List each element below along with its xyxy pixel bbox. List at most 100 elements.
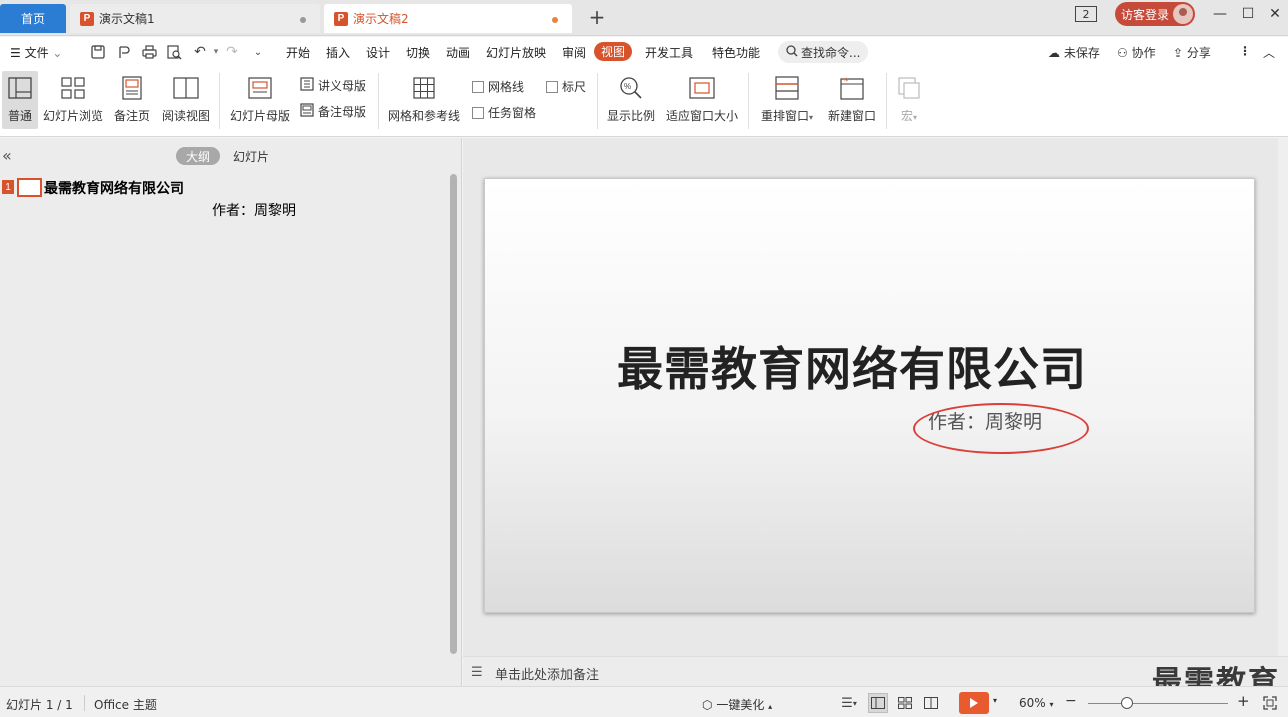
menu-animation[interactable]: 动画 [446, 44, 470, 61]
share-label: 分享 [1186, 46, 1211, 60]
normal-view-button[interactable]: 普通 [2, 71, 38, 129]
reading-view-status-icon[interactable] [921, 693, 941, 713]
gridlines-checkbox[interactable]: 网格线 [472, 78, 524, 95]
collapse-ribbon-icon[interactable]: ︿ [1263, 44, 1275, 61]
ribbon-divider [219, 73, 220, 129]
collaborate-button[interactable]: ⚇ 协作 [1117, 44, 1156, 61]
double-chevron-left-icon[interactable]: « [2, 146, 12, 165]
menu-view[interactable]: 视图 [594, 42, 633, 61]
fit-window-button[interactable]: 适应窗口大小 [664, 71, 740, 129]
beautify-label: 一键美化 [716, 698, 765, 712]
menu-insert[interactable]: 插入 [326, 44, 350, 61]
editor-scrollbar[interactable] [1278, 138, 1288, 656]
maximize-button[interactable]: ☐ [1237, 4, 1259, 24]
unsaved-label: 未保存 [1063, 46, 1100, 60]
share-icon: ⇪ [1173, 46, 1184, 60]
theme-name[interactable]: Office 主题 [94, 696, 157, 713]
beautify-button[interactable]: ⬡ 一键美化 ▴ [702, 696, 772, 713]
notes-placeholder[interactable]: 单击此处添加备注 [495, 664, 599, 683]
close-button[interactable]: ✕ [1264, 4, 1286, 24]
customize-toolbar-icon[interactable]: ⌄ [250, 44, 266, 60]
outline-slide-subtitle[interactable]: 作者：周黎明 [212, 200, 296, 220]
menu-bar: ☰ 文件 ⌄ ↶ ▾ ↷ ⌄ 开始 插入 设计 切换 动画 幻灯片放映 审阅 视… [0, 37, 1288, 67]
slide-title[interactable]: 最需教育网络有限公司 [485, 333, 1256, 399]
slide-master-label: 幻灯片母版 [229, 109, 290, 123]
menu-slideshow[interactable]: 幻灯片放映 [486, 44, 546, 61]
unsaved-dot-icon[interactable] [552, 17, 558, 23]
menu-design[interactable]: 设计 [366, 44, 390, 61]
zoom-level-label: 60% [1019, 696, 1046, 710]
export-icon[interactable] [116, 44, 132, 60]
tab-document-2[interactable]: P 演示文稿2 [324, 4, 572, 33]
file-menu[interactable]: ☰ 文件 ⌄ [10, 44, 62, 61]
zoom-level[interactable]: 60% ▾ [1019, 696, 1054, 710]
more-options-icon[interactable]: ⋮ [1239, 44, 1251, 58]
notes-master-button[interactable]: 备注母版 [300, 103, 366, 120]
slide-master-button[interactable]: 幻灯片母版 [228, 71, 292, 129]
slide-canvas[interactable]: 最需教育网络有限公司 作者：周黎明 [484, 178, 1255, 613]
slide-browse-label: 幻灯片浏览 [42, 109, 103, 123]
slide-browse-button[interactable]: 幻灯片浏览 [42, 71, 104, 129]
normal-view-status-icon[interactable] [868, 693, 888, 713]
arrange-windows-icon [774, 75, 800, 101]
handout-master-button[interactable]: 讲义母版 [300, 77, 366, 94]
print-icon[interactable] [141, 44, 157, 60]
tab-document-1-label: 演示文稿1 [99, 12, 155, 26]
fit-slide-icon[interactable] [1260, 693, 1280, 713]
fit-window-icon [689, 75, 715, 101]
grid-icon [411, 75, 437, 101]
print-preview-icon[interactable] [166, 44, 182, 60]
undo-dropdown-icon[interactable]: ▾ [208, 44, 224, 60]
zoom-out-button[interactable]: − [1065, 693, 1077, 709]
play-dropdown-icon[interactable]: ▾ [993, 696, 997, 705]
new-tab-button[interactable]: + [586, 5, 608, 29]
minimize-button[interactable]: — [1209, 4, 1231, 24]
notes-bar[interactable]: ☰ 单击此处添加备注 最需教育 [463, 656, 1288, 700]
outline-scrollbar[interactable] [450, 174, 457, 654]
arrange-windows-button[interactable]: 重排窗口▾ [756, 71, 818, 129]
new-window-button[interactable]: * 新建窗口 [826, 71, 878, 129]
undo-icon[interactable]: ↶ [192, 44, 208, 60]
notes-toggle-icon[interactable]: ☰ ▾ [836, 693, 862, 713]
redo-icon[interactable]: ↷ [224, 44, 240, 60]
slide-outline-icon[interactable] [17, 178, 42, 197]
menu-review[interactable]: 审阅 [562, 44, 586, 61]
ribbon-divider [378, 73, 379, 129]
menu-transition[interactable]: 切换 [406, 44, 430, 61]
zoom-slider-track[interactable] [1088, 703, 1228, 704]
zoom-ratio-button[interactable]: % 显示比例 [605, 71, 657, 129]
command-search[interactable]: 查找命令... [778, 41, 868, 63]
window-count-badge[interactable]: 2 [1075, 6, 1097, 22]
share-button[interactable]: ⇪ 分享 [1173, 44, 1211, 61]
checkbox-unchecked-icon [546, 80, 558, 93]
slide-sorter-status-icon[interactable] [895, 693, 915, 713]
unsaved-status[interactable]: ☁ 未保存 [1048, 44, 1100, 61]
task-pane-checkbox[interactable]: 任务窗格 [472, 104, 536, 121]
file-menu-label: 文件 [24, 46, 49, 60]
menu-special[interactable]: 特色功能 [712, 44, 760, 61]
macro-button[interactable]: 宏▾ [894, 71, 924, 129]
reading-view-button[interactable]: 阅读视图 [160, 71, 212, 129]
zoom-percent-icon: % [618, 75, 644, 101]
unsaved-dot-icon[interactable] [300, 17, 306, 23]
ruler-checkbox[interactable]: 标尺 [546, 78, 586, 95]
tab-document-1[interactable]: P 演示文稿1 [70, 4, 320, 33]
play-slideshow-button[interactable] [959, 692, 989, 714]
outline-slide-title[interactable]: 最需教育网络有限公司 [44, 178, 184, 198]
notes-page-button[interactable]: 备注页 [112, 71, 152, 129]
menu-home[interactable]: 开始 [286, 44, 310, 61]
zoom-slider-handle[interactable] [1121, 697, 1133, 709]
tab-slides[interactable]: 幻灯片 [233, 148, 269, 165]
hamburger-icon: ☰ [10, 46, 25, 60]
checkbox-unchecked-icon [472, 106, 484, 119]
tab-home[interactable]: 首页 [0, 4, 66, 33]
guest-login-button[interactable]: 访客登录 [1115, 2, 1195, 26]
zoom-in-button[interactable]: + [1237, 692, 1250, 710]
notes-master-label: 备注母版 [318, 105, 367, 119]
grid-guides-button[interactable]: 网格和参考线 [386, 71, 462, 129]
notes-page-icon [119, 75, 145, 101]
tab-outline[interactable]: 大纲 [176, 147, 220, 165]
menu-developer[interactable]: 开发工具 [645, 44, 693, 61]
save-icon[interactable] [90, 44, 106, 60]
outline-panel: « 大纲 幻灯片 1 最需教育网络有限公司 作者：周黎明 [0, 138, 462, 686]
